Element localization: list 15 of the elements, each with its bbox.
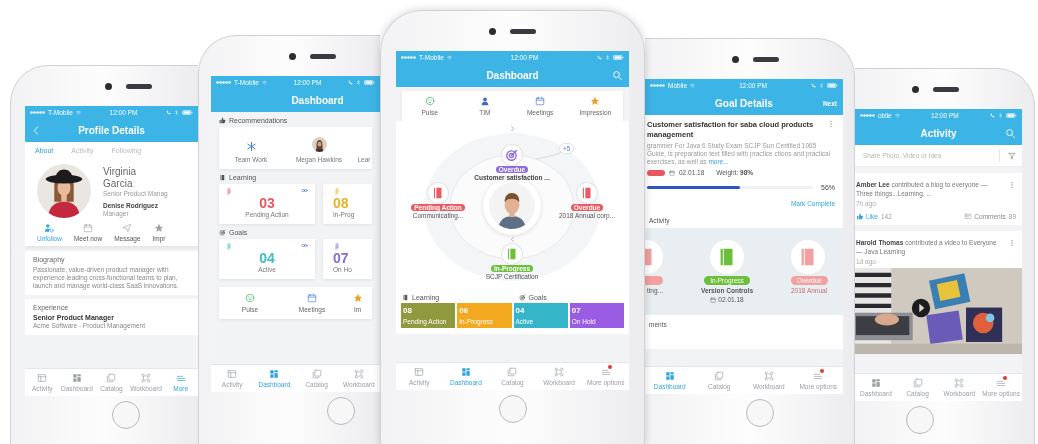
screen-title: Dashboard <box>290 94 345 106</box>
person-name: Garcia <box>103 177 134 189</box>
screen-title: Activity <box>919 127 958 139</box>
person-name: Virginia <box>103 165 138 177</box>
count-number: 06 <box>459 306 470 315</box>
count-number: 03 <box>259 196 275 211</box>
screen-title: Profile Details <box>77 124 146 136</box>
count-number: 04 <box>259 251 275 266</box>
count-number: 08 <box>333 196 349 211</box>
screen-title: Goal Details <box>714 97 774 109</box>
screen-title: Dashboard <box>485 69 540 81</box>
count-number: 08 <box>403 306 413 315</box>
count-number: 07 <box>571 306 582 315</box>
count-number: 04 <box>515 306 526 315</box>
count-number: 07 <box>333 251 349 266</box>
